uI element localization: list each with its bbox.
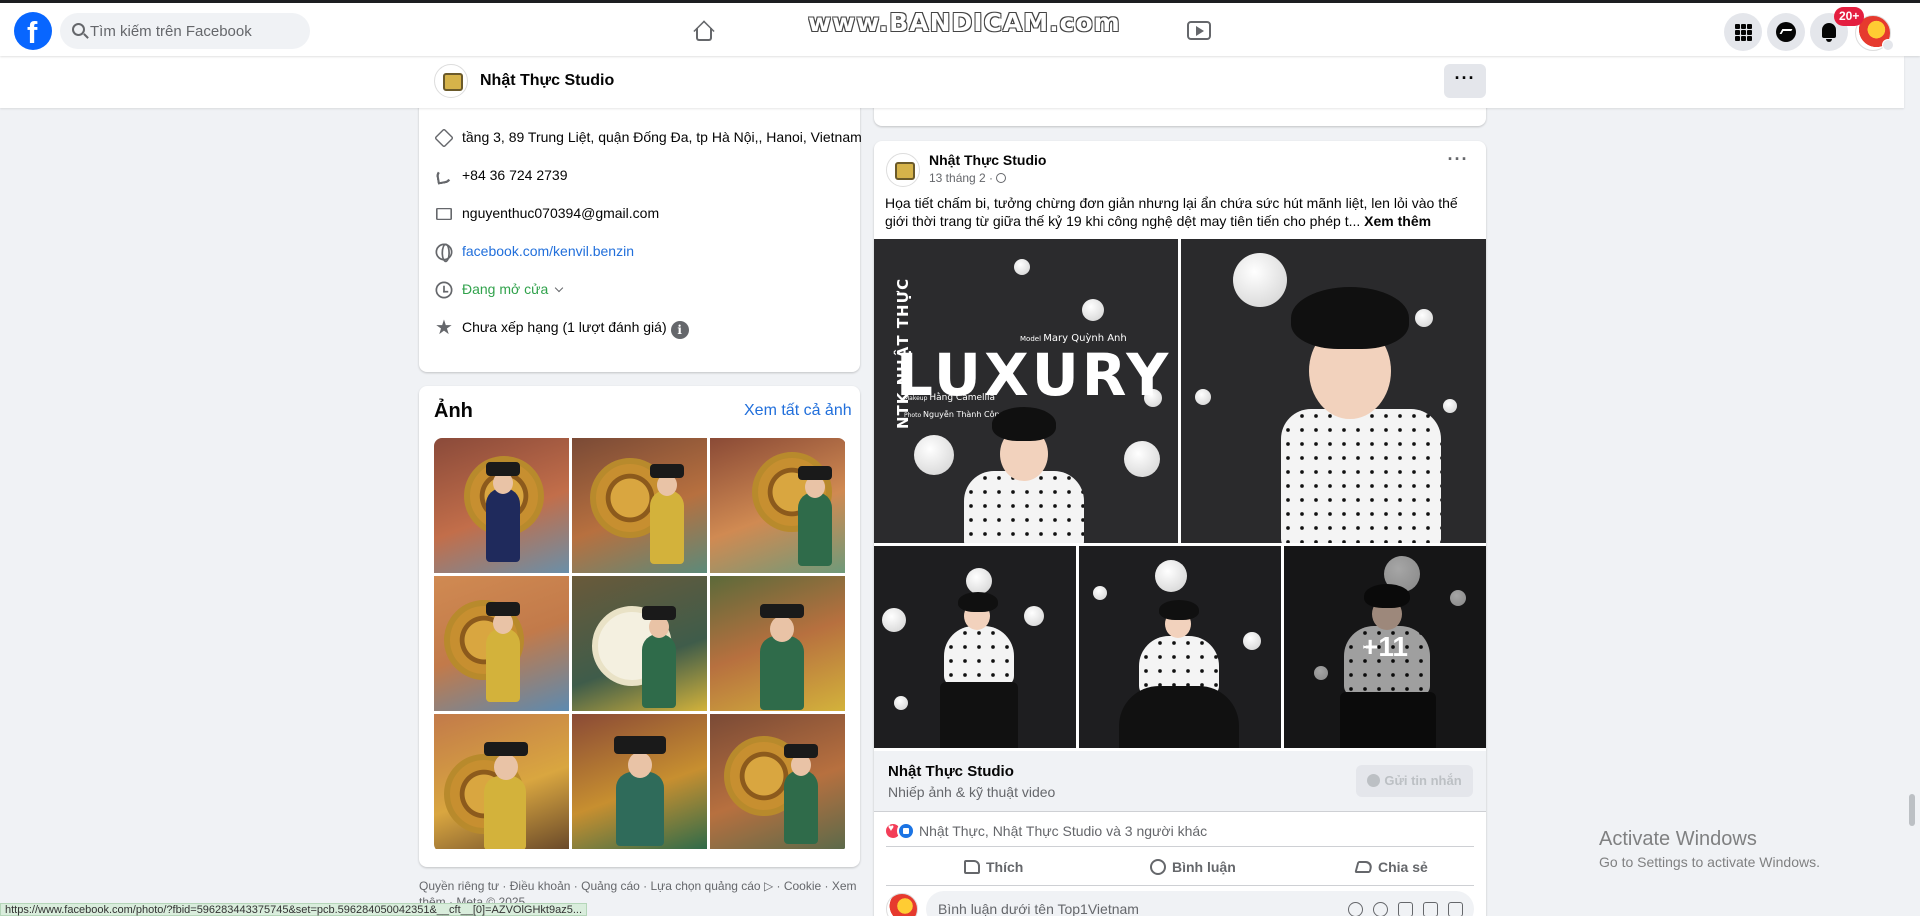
comment-button[interactable]: Bình luận bbox=[1150, 851, 1236, 883]
see-all-photos-link[interactable]: Xem tất cả ảnh bbox=[744, 402, 852, 420]
info-icon[interactable]: i bbox=[670, 321, 689, 339]
reactions-summary[interactable]: Nhật Thực, Nhật Thực Studio và 3 người k… bbox=[884, 822, 1207, 842]
windows-activation-watermark: Activate Windows Go to Settings to activ… bbox=[1599, 828, 1820, 870]
rating-text: Chưa xếp hạng (1 lượt đánh giá) bbox=[462, 319, 667, 335]
see-more-link[interactable]: Xem thêm bbox=[1364, 213, 1431, 229]
messenger-icon[interactable] bbox=[1767, 13, 1805, 51]
photo-thumbnail[interactable] bbox=[434, 714, 569, 849]
more-photos-count[interactable]: +11 bbox=[1284, 546, 1486, 748]
share-label: Chia sẻ bbox=[1378, 859, 1428, 875]
emoji-icon[interactable] bbox=[1373, 902, 1388, 916]
status-bar-url: https://www.facebook.com/photo/?fbid=596… bbox=[0, 903, 587, 916]
photo-thumbnail[interactable] bbox=[710, 714, 845, 849]
home-icon[interactable] bbox=[690, 17, 718, 45]
like-button[interactable]: Thích bbox=[964, 851, 1023, 883]
post-author-avatar[interactable] bbox=[886, 153, 920, 187]
page-info-name[interactable]: Nhật Thực Studio bbox=[888, 763, 1014, 780]
search-icon bbox=[72, 23, 85, 36]
feed-post: Nhật Thực Studio 13 tháng 2 · ··· Họa ti… bbox=[874, 141, 1486, 916]
post-text: Họa tiết chấm bi, tưởng chừng đơn giản n… bbox=[885, 194, 1475, 230]
search-input[interactable] bbox=[90, 13, 300, 49]
comment-input[interactable] bbox=[926, 891, 1474, 916]
video-icon[interactable] bbox=[1185, 17, 1213, 45]
chevron-down-icon[interactable] bbox=[555, 283, 564, 293]
facebook-logo-icon[interactable]: f bbox=[14, 12, 52, 50]
phone-text: +84 36 724 2739 bbox=[462, 167, 568, 183]
photo-grid bbox=[434, 438, 846, 852]
page-sticky-header: Nhật Thực Studio ··· bbox=[0, 56, 1904, 108]
post-photo[interactable] bbox=[1181, 239, 1486, 543]
activate-subtitle: Go to Settings to activate Windows. bbox=[1599, 854, 1820, 870]
page-scrollbar[interactable] bbox=[1904, 56, 1920, 916]
photo-thumbnail[interactable] bbox=[572, 438, 707, 573]
photographer-name: Nguyễn Thành Công bbox=[923, 410, 1005, 419]
post-more-button[interactable]: ··· bbox=[1442, 149, 1474, 175]
photo-thumbnail[interactable] bbox=[434, 438, 569, 573]
email-text: nguyenthuc070394@gmail.com bbox=[462, 205, 660, 221]
reactions-text[interactable]: Nhật Thực, Nhật Thực Studio và 3 người k… bbox=[919, 823, 1207, 839]
photos-title: Ảnh bbox=[434, 400, 473, 422]
notifications-badge: 20+ bbox=[1834, 7, 1865, 26]
address-text: tầng 3, 89 Trung Liệt, quận Đống Đa, tp … bbox=[462, 129, 862, 145]
post-author[interactable]: Nhật Thực Studio bbox=[929, 152, 1046, 168]
comment-composer bbox=[886, 891, 1474, 916]
makeup-label: Makeup bbox=[904, 395, 928, 402]
sticker-icon[interactable] bbox=[1448, 902, 1463, 916]
send-message-label: Gửi tin nhắn bbox=[1384, 773, 1462, 788]
menu-grid-icon[interactable] bbox=[1724, 13, 1762, 51]
post-photo-more[interactable]: +11 bbox=[1284, 546, 1486, 748]
gif-icon[interactable] bbox=[1423, 902, 1438, 916]
post-date[interactable]: 13 tháng 2 · bbox=[929, 171, 993, 185]
page-avatar[interactable] bbox=[434, 64, 468, 98]
photo-thumbnail[interactable] bbox=[572, 714, 707, 849]
post-photo-poster[interactable]: NTK NHẬT THỰC Model Mary Quỳnh Anh LUXUR… bbox=[874, 239, 1178, 543]
post-media: NTK NHẬT THỰC Model Mary Quỳnh Anh LUXUR… bbox=[874, 239, 1486, 751]
globe-icon bbox=[996, 173, 1007, 183]
commenter-avatar[interactable] bbox=[886, 893, 918, 916]
account-chevron-icon[interactable] bbox=[1882, 39, 1894, 51]
share-icon bbox=[1354, 861, 1374, 873]
post-photo[interactable] bbox=[874, 546, 1076, 748]
post-actions-bar: Thích Bình luận Chia sẻ bbox=[886, 846, 1474, 886]
post-photo[interactable] bbox=[1079, 546, 1281, 748]
page-title[interactable]: Nhật Thực Studio bbox=[480, 72, 614, 90]
photo-thumbnail[interactable] bbox=[710, 438, 845, 573]
avatar-sticker-icon[interactable] bbox=[1348, 902, 1363, 916]
page-info-card: Nhật Thực Studio Nhiếp ảnh & kỹ thuật vi… bbox=[874, 751, 1486, 812]
clock-icon bbox=[435, 281, 453, 299]
email-icon bbox=[436, 208, 452, 220]
photo-thumbnail[interactable] bbox=[572, 576, 707, 711]
like-label: Thích bbox=[986, 859, 1024, 875]
page-info-category: Nhiếp ảnh & kỹ thuật video bbox=[888, 784, 1056, 800]
star-icon: ★ bbox=[435, 317, 453, 339]
comment-icon bbox=[1150, 859, 1166, 875]
send-message-button[interactable]: Gửi tin nhắn bbox=[1356, 765, 1473, 797]
photos-card: Ảnh Xem tất cả ảnh bbox=[419, 386, 860, 867]
share-button[interactable]: Chia sẻ bbox=[1354, 851, 1428, 883]
thumbs-up-icon bbox=[964, 860, 980, 874]
like-reaction-icon bbox=[897, 822, 915, 840]
messenger-icon bbox=[1367, 774, 1381, 787]
phone-icon bbox=[435, 167, 453, 185]
top-navbar: f www.BANDICAM.com 20+ bbox=[0, 0, 1920, 56]
comment-label: Bình luận bbox=[1172, 859, 1236, 875]
bandicam-watermark: www.BANDICAM.com bbox=[808, 8, 1121, 37]
photo-thumbnail[interactable] bbox=[710, 576, 845, 711]
photo-thumbnail[interactable] bbox=[434, 576, 569, 711]
makeup-name: Hằng Camellia bbox=[929, 393, 996, 403]
website-link[interactable]: facebook.com/kenvil.benzin bbox=[462, 243, 634, 259]
page-more-button[interactable]: ··· bbox=[1444, 64, 1486, 98]
globe-icon bbox=[435, 243, 453, 263]
facebook-logo-letter: f bbox=[27, 15, 38, 50]
scrollbar-thumb[interactable] bbox=[1909, 794, 1915, 826]
search-box[interactable] bbox=[60, 13, 310, 49]
hours-status[interactable]: Đang mở cửa bbox=[462, 281, 548, 297]
photo-label: Photo bbox=[904, 412, 922, 419]
location-pin-icon bbox=[434, 128, 454, 148]
activate-title: Activate Windows bbox=[1599, 828, 1757, 850]
camera-icon[interactable] bbox=[1398, 902, 1413, 916]
